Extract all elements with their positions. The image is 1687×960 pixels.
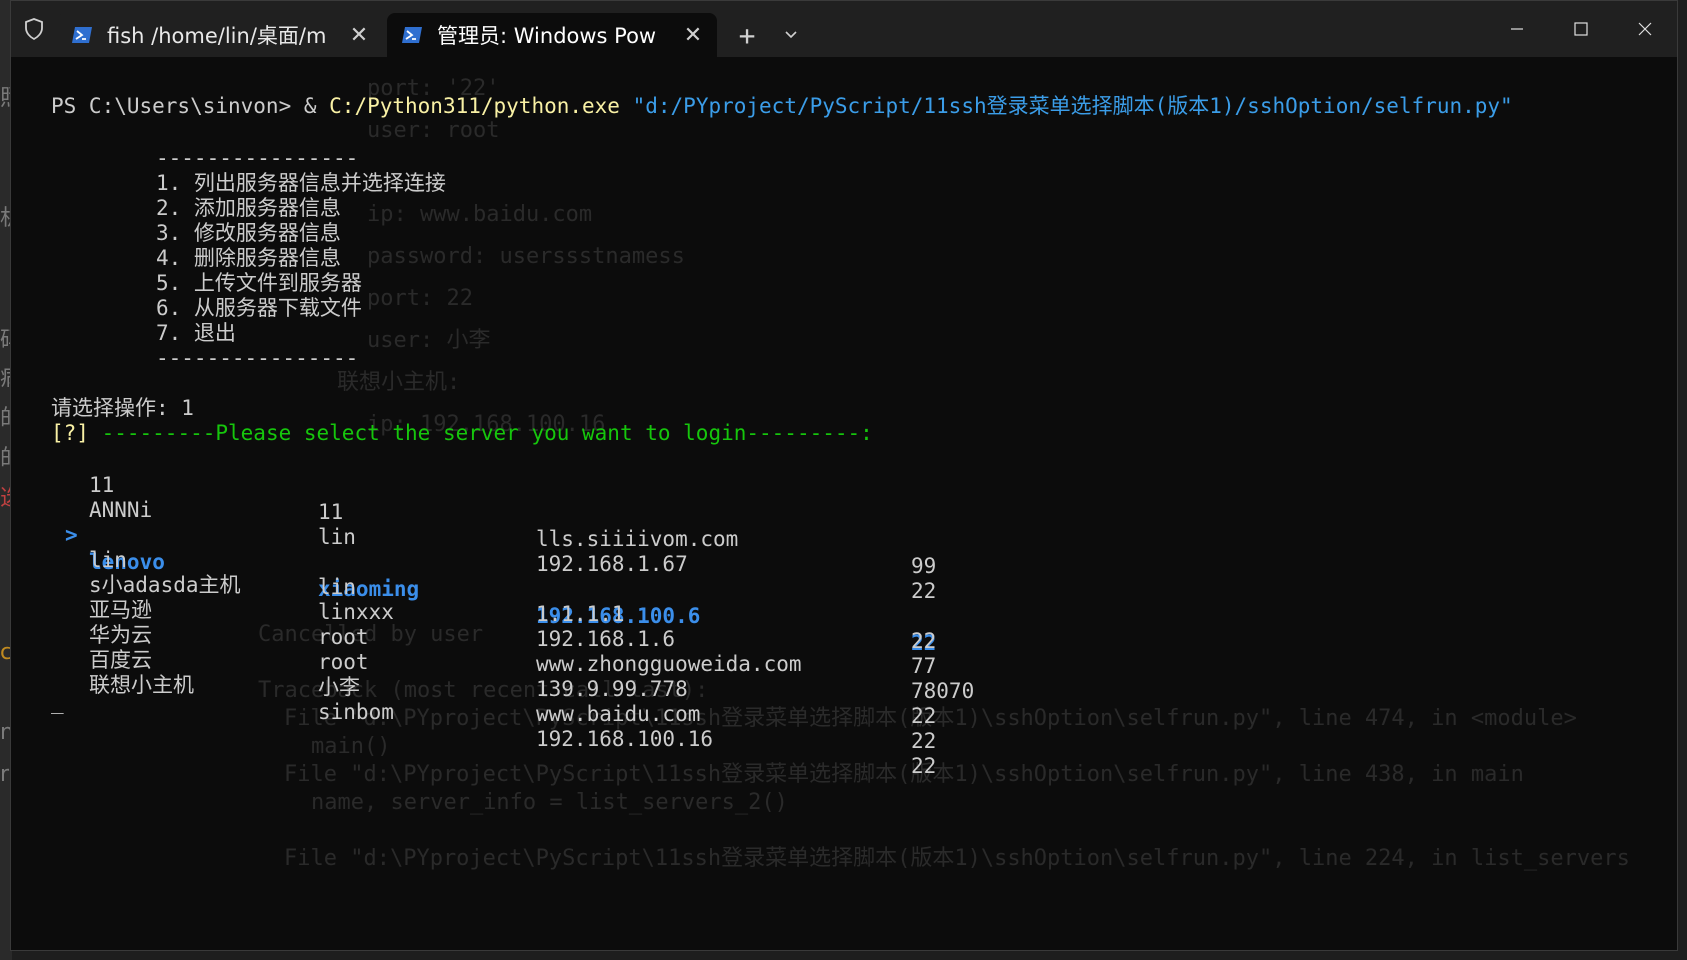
ghost-text: name, server_info = list_servers_2() bbox=[311, 790, 788, 815]
list-item[interactable]: lin lin 1.1.1.1 22 bbox=[11, 520, 1011, 653]
list-item[interactable]: 11 11 lls.siiiivom.com 99 bbox=[11, 445, 1011, 578]
close-window-button[interactable] bbox=[1613, 1, 1677, 57]
close-tab-icon[interactable]: ✕ bbox=[347, 23, 371, 48]
server-host: www.baidu.com bbox=[536, 702, 701, 726]
menu-item: 5. 上传文件到服务器 bbox=[156, 271, 362, 295]
server-host: 192.168.100.16 bbox=[536, 727, 714, 751]
terminal-output[interactable]: port: '22' user: root ip: www.baidu.com … bbox=[11, 57, 1677, 950]
server-port: 22 bbox=[911, 729, 937, 753]
server-host: 139.9.99.778 bbox=[536, 677, 688, 701]
python-exe-path: C:/Python311/python.exe bbox=[329, 94, 620, 118]
server-user: 小李 bbox=[318, 675, 360, 699]
menu-separator: ---------------- bbox=[156, 346, 359, 370]
chevron-down-icon[interactable] bbox=[769, 13, 813, 57]
ghost-text: password: userssstnamess bbox=[367, 244, 685, 269]
list-item[interactable]: ANNNi lin 192.168.1.67 22 bbox=[11, 470, 1011, 603]
command-line: PS C:\Users\sinvon> & C:/Python311/pytho… bbox=[51, 93, 1513, 120]
menu-separator: ---------------- bbox=[156, 146, 359, 170]
list-item[interactable]: 亚马逊 root www.zhongguoweida.com 78070 bbox=[11, 570, 1011, 703]
list-item[interactable]: 百度云 小李 www.baidu.com 22 bbox=[11, 620, 1011, 753]
question-mark: [?] bbox=[51, 421, 89, 445]
shield-icon bbox=[11, 1, 57, 57]
server-name: 联想小主机 bbox=[89, 673, 194, 697]
list-item[interactable]: 华为云 root 139.9.99.778 22 bbox=[11, 595, 1011, 728]
list-item[interactable]: 联想小主机 sinbom 192.168.100.16 22 bbox=[11, 645, 1011, 778]
window-controls bbox=[1485, 1, 1677, 57]
server-question: [?] ---------Please select the server yo… bbox=[51, 420, 873, 447]
menu-item: 6. 从服务器下载文件 bbox=[156, 296, 362, 320]
menu-item: 3. 修改服务器信息 bbox=[156, 221, 341, 245]
ghost-text: user: root bbox=[367, 118, 500, 143]
powershell-icon bbox=[402, 27, 422, 43]
ghost-text: ip: www.baidu.com bbox=[367, 202, 593, 227]
server-port: 22 bbox=[911, 754, 937, 778]
ghost-text: port: 22 bbox=[367, 286, 473, 311]
tab-title: fish /home/lin/桌面/m bbox=[107, 24, 327, 48]
menu-item: 7. 退出 bbox=[156, 321, 236, 345]
server-port: 22 bbox=[911, 704, 937, 728]
minimize-button[interactable] bbox=[1485, 1, 1549, 57]
ghost-text: user: 小李 bbox=[367, 328, 491, 353]
terminal-window: fish /home/lin/桌面/m ✕ 管理员: Windows Pow ✕… bbox=[10, 0, 1678, 951]
menu-item: 4. 删除服务器信息 bbox=[156, 246, 341, 270]
tab-windows-powershell[interactable]: 管理员: Windows Pow ✕ bbox=[387, 13, 717, 57]
server-port: 78070 bbox=[911, 679, 975, 703]
ghost-text: File "d:\PYproject\PyScript\11ssh登录菜单选择脚… bbox=[284, 762, 1524, 787]
new-tab-button[interactable]: + bbox=[725, 13, 769, 57]
menu-item: 1. 列出服务器信息并选择连接 bbox=[156, 171, 446, 195]
ghost-text: File "d:\PYproject\PyScript\11ssh登录菜单选择脚… bbox=[284, 846, 1630, 871]
question-text: ---------Please select the server you wa… bbox=[88, 421, 873, 445]
prompt-text: PS C:\Users\sinvon> & bbox=[51, 94, 330, 118]
ghost-text: 联想小主机: bbox=[337, 370, 461, 395]
ghost-text: main() bbox=[311, 734, 391, 759]
powershell-icon bbox=[72, 27, 92, 43]
menu-item: 2. 添加服务器信息 bbox=[156, 196, 341, 220]
choice-prompt: 请选择操作: 1 bbox=[51, 396, 194, 420]
text-cursor: _ bbox=[51, 690, 64, 714]
maximize-button[interactable] bbox=[1549, 1, 1613, 57]
list-item-selected[interactable]: > lenovo xiaoming 192.168.100.6 22 bbox=[11, 495, 1011, 655]
tab-title: 管理员: Windows Pow bbox=[437, 24, 657, 48]
tab-bar: fish /home/lin/桌面/m ✕ 管理员: Windows Pow ✕… bbox=[11, 1, 1677, 57]
list-item[interactable]: s小adasda主机 linxxx 192.168.1.6 77 bbox=[11, 545, 1011, 678]
script-path: "d:/PYproject/PyScript/11ssh登录菜单选择脚本(版本1… bbox=[632, 94, 1513, 118]
server-user: sinbom bbox=[318, 700, 394, 724]
tab-fish[interactable]: fish /home/lin/桌面/m ✕ bbox=[57, 13, 383, 57]
close-tab-icon[interactable]: ✕ bbox=[681, 23, 705, 48]
